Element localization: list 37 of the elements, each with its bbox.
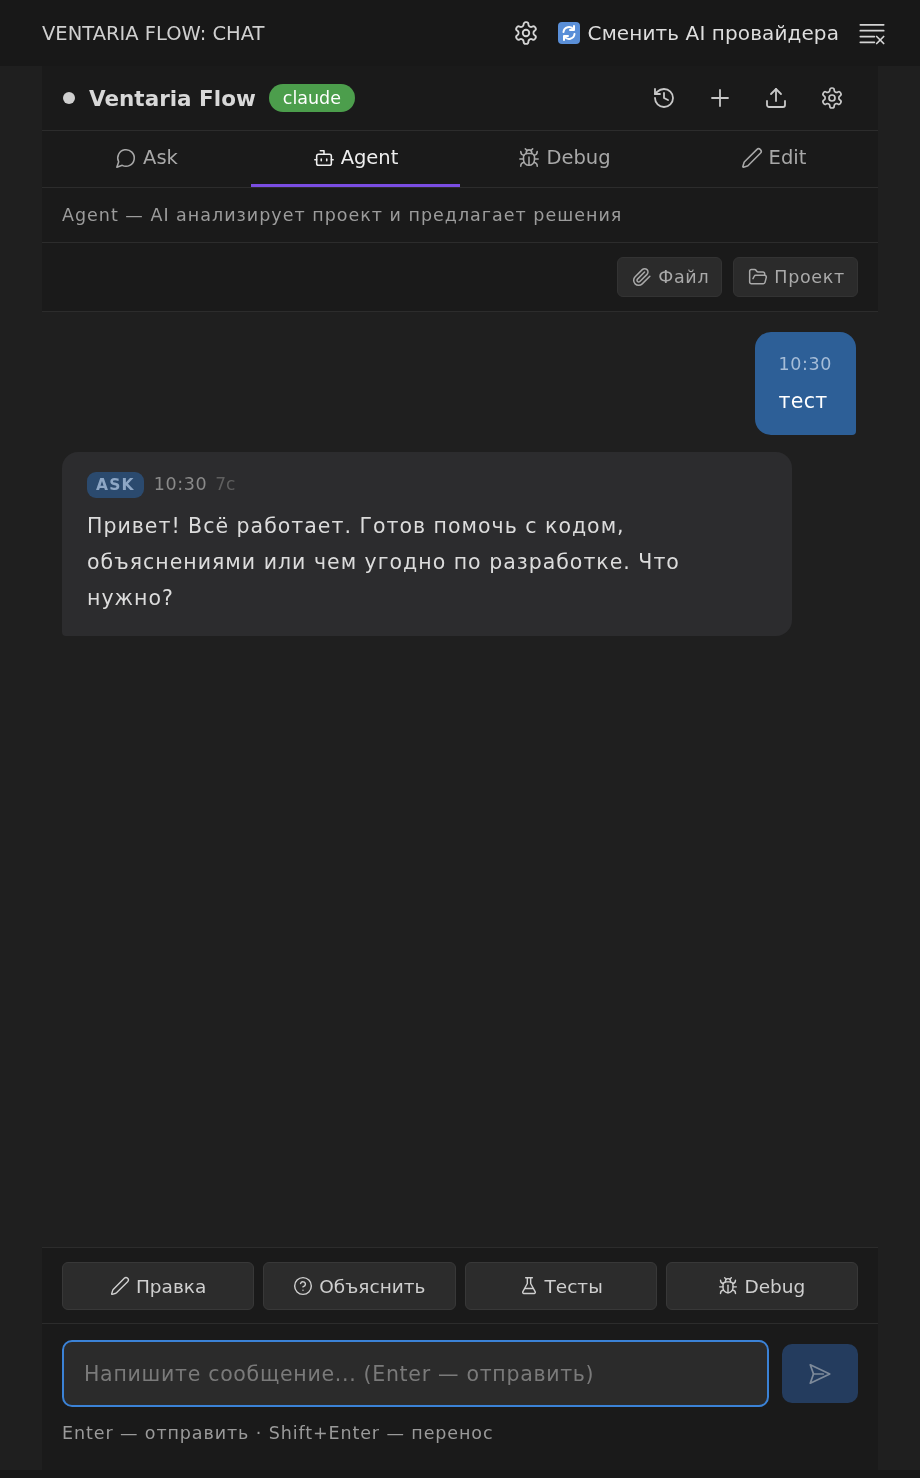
message-text: тест (778, 389, 829, 413)
chat-title: Ventaria Flow (89, 85, 256, 111)
plus-icon[interactable] (708, 86, 732, 110)
quick-action-button[interactable]: Debug (665, 1262, 858, 1310)
provider-badge: claude (268, 84, 355, 112)
mode-description: Agent — AI анализирует проект и предлагает решения (62, 205, 623, 225)
paperclip-icon (632, 267, 653, 287)
attach-button[interactable]: Проект (733, 257, 858, 297)
history-icon[interactable] (652, 86, 676, 110)
quick-action-button[interactable]: Правка (62, 1262, 255, 1310)
question-circle-icon (293, 1276, 314, 1296)
message-text: Привет! Всё работает. Готов помочь с кодом, объяснениями или чем угодно по разработке. Что нужно? (87, 513, 681, 612)
folder-icon (748, 267, 769, 287)
quick-action-button[interactable]: Объяснить (263, 1262, 456, 1310)
mode-badge: ASK (87, 472, 144, 498)
upload-icon[interactable] (764, 86, 788, 110)
keyboard-hint: Enter — отправить · Shift+Enter — перенос (62, 1423, 495, 1443)
attach-button[interactable]: Файл (617, 257, 723, 297)
switch-provider-button[interactable]: Сменить AI провайдера (557, 21, 839, 45)
status-dot-icon (63, 92, 75, 104)
window-title: VENTARIA FLOW: CHAT (42, 21, 265, 45)
mode-tab[interactable]: Agent (251, 131, 460, 187)
pencil-icon (740, 146, 763, 169)
message-time: 10:30 (778, 354, 832, 374)
mode-tab[interactable]: Edit (669, 131, 878, 187)
mode-tab[interactable]: Debug (460, 131, 669, 187)
quick-action-button[interactable]: Тесты (464, 1262, 657, 1310)
speech-bubble-icon (115, 146, 138, 169)
settings-icon[interactable] (820, 86, 844, 110)
refresh-icon (557, 22, 580, 44)
bug-icon (518, 146, 541, 169)
mode-tab[interactable]: Ask (42, 131, 251, 187)
message-input[interactable]: Напишите сообщение... (Enter — отправить) (62, 1340, 769, 1407)
bug-icon (718, 1276, 739, 1296)
settings-icon[interactable] (512, 20, 539, 46)
message-time: 10:30 (153, 474, 208, 494)
pencil-icon (109, 1276, 130, 1296)
